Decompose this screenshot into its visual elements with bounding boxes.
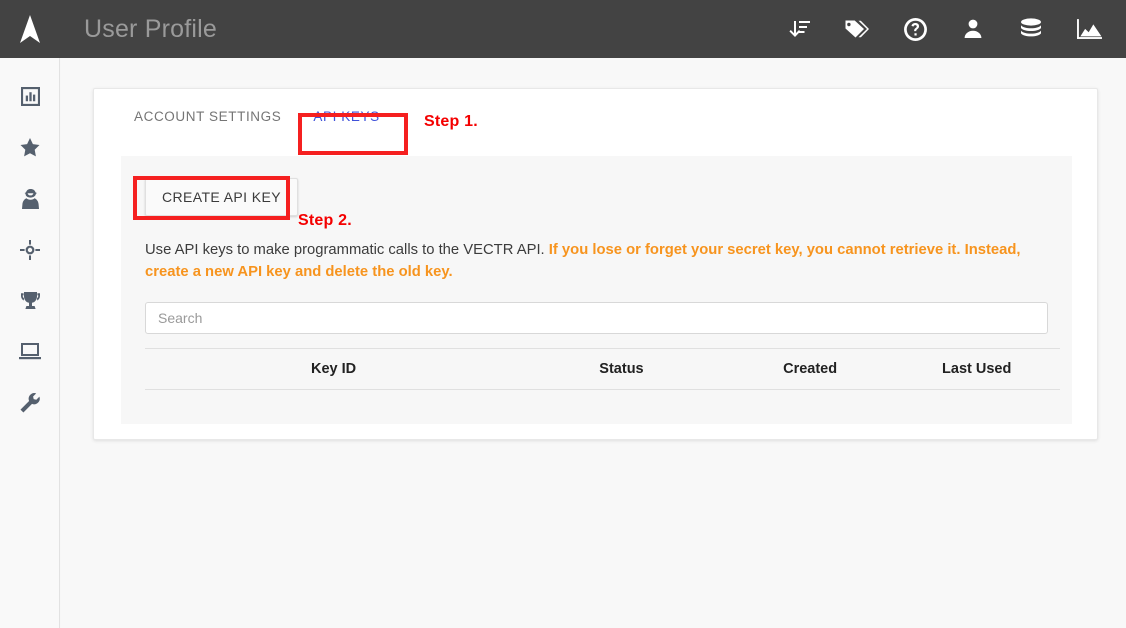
bar-chart-box-icon: [20, 87, 40, 106]
trophy-icon: [20, 291, 40, 309]
wrench-icon: [20, 392, 40, 412]
tab-bar: ACCOUNT SETTINGS API KEYS: [94, 89, 1097, 145]
api-keys-description: Use API keys to make programmatic calls …: [145, 239, 1048, 283]
sidebar-item-dashboard[interactable]: [0, 71, 60, 122]
header-icon-group: [784, 14, 1126, 44]
tags-icon[interactable]: [842, 14, 872, 44]
top-header-bar: User Profile: [0, 0, 1126, 58]
sidebar-item-targets[interactable]: [0, 224, 60, 275]
left-sidebar: [0, 58, 60, 628]
table-header-row: Key ID Status Created Last Used: [145, 348, 1060, 390]
search-input[interactable]: [145, 302, 1048, 334]
column-header-key-id[interactable]: Key ID: [145, 348, 435, 390]
star-icon: [20, 138, 40, 157]
user-profile-card: ACCOUNT SETTINGS API KEYS CREATE API KEY…: [93, 88, 1098, 440]
sort-amount-desc-icon[interactable]: [784, 14, 814, 44]
navigation-arrow-logo-icon: [20, 15, 40, 43]
laptop-icon: [19, 342, 41, 359]
area-chart-icon[interactable]: [1074, 14, 1104, 44]
tab-account-settings[interactable]: ACCOUNT SETTINGS: [118, 89, 297, 145]
sidebar-item-environments[interactable]: [0, 326, 60, 377]
crosshairs-icon: [20, 239, 40, 260]
app-logo[interactable]: [0, 0, 60, 58]
sidebar-item-adversary[interactable]: [0, 173, 60, 224]
user-secret-icon: [21, 188, 39, 209]
tab-api-keys[interactable]: API KEYS: [297, 89, 395, 145]
api-keys-panel: CREATE API KEY Use API keys to make prog…: [121, 156, 1072, 424]
help-circle-icon[interactable]: [900, 14, 930, 44]
annotation-step-1-label: Step 1.: [424, 113, 478, 130]
sidebar-item-campaigns[interactable]: [0, 275, 60, 326]
sidebar-item-favorites[interactable]: [0, 122, 60, 173]
column-header-last-used[interactable]: Last Used: [880, 348, 1060, 390]
description-plain-text: Use API keys to make programmatic calls …: [145, 242, 549, 258]
column-header-status[interactable]: Status: [434, 348, 722, 390]
database-icon[interactable]: [1016, 14, 1046, 44]
user-icon[interactable]: [958, 14, 988, 44]
column-header-created[interactable]: Created: [721, 348, 881, 390]
annotation-step-2-label: Step 2.: [298, 212, 352, 229]
main-content-area: ACCOUNT SETTINGS API KEYS CREATE API KEY…: [61, 58, 1126, 628]
sidebar-item-settings[interactable]: [0, 377, 60, 428]
create-api-key-button[interactable]: CREATE API KEY: [145, 178, 298, 216]
api-keys-table: Key ID Status Created Last Used: [145, 348, 1060, 390]
page-title: User Profile: [84, 14, 217, 43]
